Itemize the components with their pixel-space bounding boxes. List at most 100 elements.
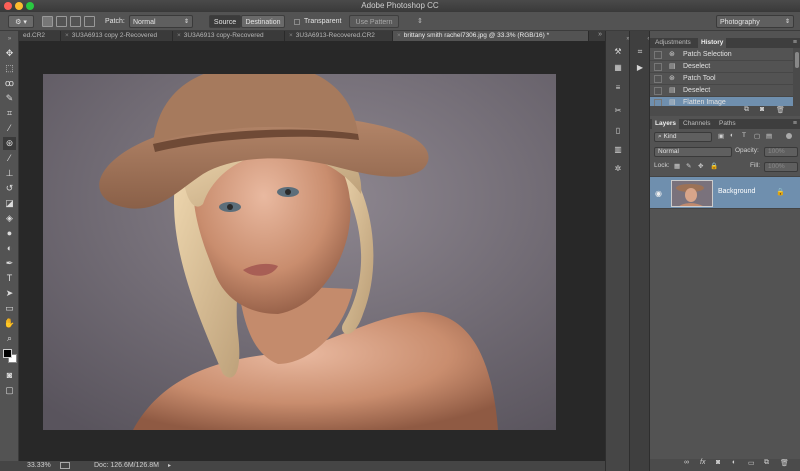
history-source-checkbox[interactable] [654, 75, 662, 83]
collapse-tools-icon[interactable]: » [3, 33, 16, 46]
history-source-checkbox[interactable] [654, 63, 662, 71]
zoom-level[interactable]: 33.33% [27, 461, 51, 471]
tab-channels[interactable]: Channels [680, 119, 713, 129]
zoom-tool-icon[interactable]: ⌕ [3, 332, 16, 345]
transparent-checkbox[interactable] [294, 19, 300, 25]
history-icon[interactable]: ⌗ [634, 46, 646, 58]
document-tab-active[interactable]: × brittany smith rachel7306.jpg @ 33.3% (… [393, 31, 589, 41]
document-tab[interactable]: ed.CR2 [19, 31, 61, 41]
new-layer-icon[interactable]: ⧉ [764, 459, 769, 467]
document-tab[interactable]: × 3U3A6913 copy 2-Recovered [61, 31, 173, 41]
document-image[interactable] [43, 74, 556, 430]
play-actions-icon[interactable]: ▶ [634, 62, 646, 74]
rectangle-tool-icon[interactable]: ▭ [3, 302, 16, 315]
document-tab[interactable]: × 3U3A6913 copy-Recovered [173, 31, 285, 41]
share-icon[interactable] [60, 462, 70, 469]
marquee-tool-icon[interactable]: ⬚ [3, 62, 16, 75]
close-tab-icon[interactable]: × [397, 32, 401, 39]
snapshot-camera-icon[interactable]: ◙ [760, 106, 764, 113]
path-selection-icon[interactable]: ➤ [3, 287, 16, 300]
trash-icon[interactable]: 🗑 [776, 106, 785, 114]
layer-filter-select[interactable]: ⌕ Kind [654, 132, 712, 142]
scroll-thumb[interactable] [795, 52, 799, 68]
brush-presets-icon[interactable]: ⚒ [612, 46, 624, 58]
add-to-selection-icon[interactable] [56, 16, 67, 27]
blur-tool-icon[interactable]: ● [3, 227, 16, 240]
screen-mode-icon[interactable]: ▢ [3, 384, 16, 397]
panel-menu-icon[interactable]: ≡ [793, 119, 797, 129]
close-window-button[interactable] [4, 2, 12, 10]
brush-tool-icon[interactable]: ⁄ [3, 152, 16, 165]
document-size[interactable]: Doc: 126.6M/126.8M [94, 461, 159, 471]
tab-layers[interactable]: Layers [652, 119, 679, 129]
close-tab-icon[interactable]: × [289, 32, 293, 39]
history-source-checkbox[interactable] [654, 51, 662, 59]
zoom-window-button[interactable] [26, 2, 34, 10]
crop-tool-icon[interactable]: ⌗ [3, 107, 16, 120]
clone-stamp-icon[interactable]: ⊥ [3, 167, 16, 180]
tool-preset-picker[interactable]: ⚙ ▾ [8, 15, 34, 28]
panel-menu-icon[interactable]: ≡ [793, 38, 797, 48]
subtract-selection-icon[interactable] [70, 16, 81, 27]
new-group-icon[interactable]: ▭ [748, 459, 755, 467]
blend-mode-select[interactable]: Normal [654, 147, 732, 157]
history-source-checkbox[interactable] [654, 87, 662, 95]
opacity-field[interactable]: 100% [764, 147, 798, 157]
dodge-tool-icon[interactable]: ◐ [3, 242, 16, 255]
destination-button[interactable]: Destination [241, 15, 285, 28]
lasso-tool-icon[interactable]: ꝏ [3, 77, 16, 90]
filter-shape-icon[interactable]: ▢ [754, 132, 760, 140]
pattern-picker-icon[interactable]: ⇕ [417, 15, 423, 28]
history-step[interactable]: ⊛ Patch Tool [650, 73, 793, 85]
filter-adjustment-icon[interactable]: ◐ [730, 132, 734, 139]
use-pattern-button[interactable]: Use Pattern [349, 15, 399, 28]
document-canvas[interactable] [20, 41, 605, 461]
eraser-tool-icon[interactable]: ◪ [3, 197, 16, 210]
filter-toggle-icon[interactable] [786, 133, 792, 139]
tab-paths[interactable]: Paths [716, 119, 739, 129]
tab-history[interactable]: History [698, 38, 727, 48]
levels-icon[interactable]: ▥ [612, 144, 624, 156]
swatches-icon[interactable]: ▦ [612, 62, 624, 74]
foreground-color-swatch[interactable] [3, 349, 12, 358]
new-selection-icon[interactable] [42, 16, 53, 27]
layer-name[interactable]: Background [718, 188, 755, 195]
layer-row-selected[interactable]: ◉ Background 🔒 [650, 176, 800, 209]
lock-all-icon[interactable]: 🔒 [710, 162, 718, 170]
lock-position-icon[interactable]: ✥ [698, 162, 703, 170]
minimize-window-button[interactable] [15, 2, 23, 10]
tool-presets-icon[interactable]: ✂ [612, 105, 624, 117]
history-step[interactable]: ▤ Deselect [650, 85, 793, 97]
history-scrollbar[interactable] [793, 48, 800, 106]
intersect-selection-icon[interactable] [84, 16, 95, 27]
source-button[interactable]: Source [209, 15, 241, 28]
adjustment-layer-icon[interactable]: ◐ [732, 459, 736, 466]
history-source-checkbox[interactable] [654, 99, 662, 106]
status-menu-icon[interactable]: ▸ [168, 461, 171, 471]
hand-tool-icon[interactable]: ✋ [3, 317, 16, 330]
trash-icon[interactable]: 🗑 [780, 459, 789, 467]
link-layers-icon[interactable]: ∞ [684, 459, 689, 466]
type-tool-icon[interactable]: T [3, 272, 16, 285]
workspace-select[interactable]: Photography ⇕ [716, 15, 794, 28]
tab-overflow-icon[interactable]: » [598, 31, 602, 38]
history-step-selected[interactable]: ▤ Flatten Image [650, 97, 793, 106]
history-step[interactable]: ▤ Deselect [650, 61, 793, 73]
lock-transparency-icon[interactable]: ▦ [674, 162, 680, 170]
patch-mode-select[interactable]: Normal ⇕ [129, 15, 193, 28]
eyedropper-icon[interactable]: ⁄ [3, 122, 16, 135]
properties-icon[interactable]: ≡ [612, 82, 624, 94]
new-document-from-state-icon[interactable]: ⧉ [744, 106, 749, 114]
history-brush-icon[interactable]: ↺ [3, 182, 16, 195]
layer-style-icon[interactable]: fx [700, 459, 705, 466]
quick-selection-icon[interactable]: ✎ [3, 92, 16, 105]
filter-pixel-icon[interactable]: ▣ [718, 132, 724, 140]
move-tool-icon[interactable]: ✥ [3, 47, 16, 60]
lock-pixels-icon[interactable]: ✎ [686, 162, 691, 170]
close-tab-icon[interactable]: × [177, 32, 181, 39]
pen-tool-icon[interactable]: ✒ [3, 257, 16, 270]
paint-bucket-icon[interactable]: ◈ [3, 212, 16, 225]
fill-field[interactable]: 100% [764, 162, 798, 172]
document-tab[interactable]: × 3U3A6913-Recovered.CR2 [285, 31, 393, 41]
patch-tool-icon[interactable]: ⊛ [3, 137, 16, 150]
